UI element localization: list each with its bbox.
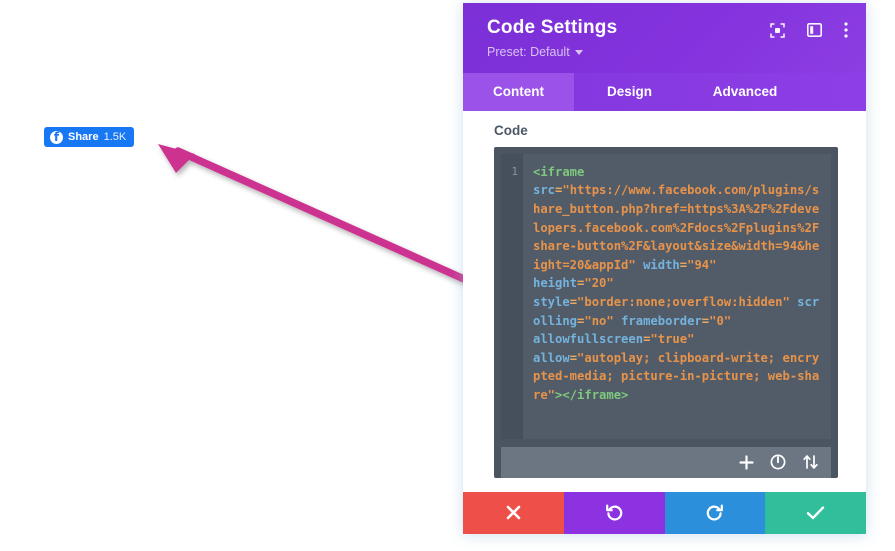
code-settings-modal: Code Settings Preset: Default Content De…	[463, 3, 866, 534]
undo-button[interactable]	[563, 491, 665, 534]
modal-header: Code Settings Preset: Default	[463, 3, 866, 73]
add-icon[interactable]	[739, 455, 754, 470]
undo-icon	[605, 504, 622, 521]
tab-design[interactable]: Design	[574, 73, 685, 111]
close-icon	[506, 506, 521, 520]
save-button[interactable]	[765, 491, 866, 534]
code-field-label: Code	[494, 122, 528, 138]
modal-tabs: Content Design Advanced	[463, 72, 866, 111]
check-icon	[806, 506, 825, 520]
tab-advanced[interactable]: Advanced	[685, 73, 805, 111]
redo-icon	[707, 504, 724, 521]
code-editor-surface: 1 <iframe src="https://www.facebook.com/…	[501, 153, 831, 439]
line-number-gutter: 1	[501, 153, 523, 439]
header-icon-group	[770, 22, 848, 38]
share-button-label: Share	[68, 130, 99, 143]
chevron-down-icon	[574, 49, 583, 55]
screenshot-canvas: f Share 1.5K Code Settings Preset: Defau…	[0, 0, 895, 551]
facebook-icon: f	[50, 130, 63, 144]
preset-label: Preset: Default	[487, 44, 570, 59]
modal-footer	[463, 491, 866, 534]
code-editor: 1 <iframe src="https://www.facebook.com/…	[494, 146, 838, 478]
modal-body: Code 1 <iframe src="https://www.facebook…	[463, 110, 866, 492]
more-options-icon[interactable]	[844, 22, 848, 38]
focus-view-icon[interactable]	[770, 22, 785, 38]
editor-toolbar	[501, 446, 831, 478]
code-input[interactable]: <iframe src="https://www.facebook.com/pl…	[523, 154, 831, 439]
redo-button[interactable]	[664, 491, 766, 534]
sort-updown-icon[interactable]	[802, 454, 819, 470]
power-toggle-icon[interactable]	[770, 454, 786, 470]
share-count: 1.5K	[103, 130, 127, 143]
tab-content[interactable]: Content	[463, 72, 574, 111]
layout-columns-icon[interactable]	[807, 23, 822, 37]
cancel-button[interactable]	[463, 491, 564, 534]
preset-selector[interactable]: Preset: Default	[487, 45, 583, 60]
facebook-share-button[interactable]: f Share 1.5K	[44, 127, 135, 147]
